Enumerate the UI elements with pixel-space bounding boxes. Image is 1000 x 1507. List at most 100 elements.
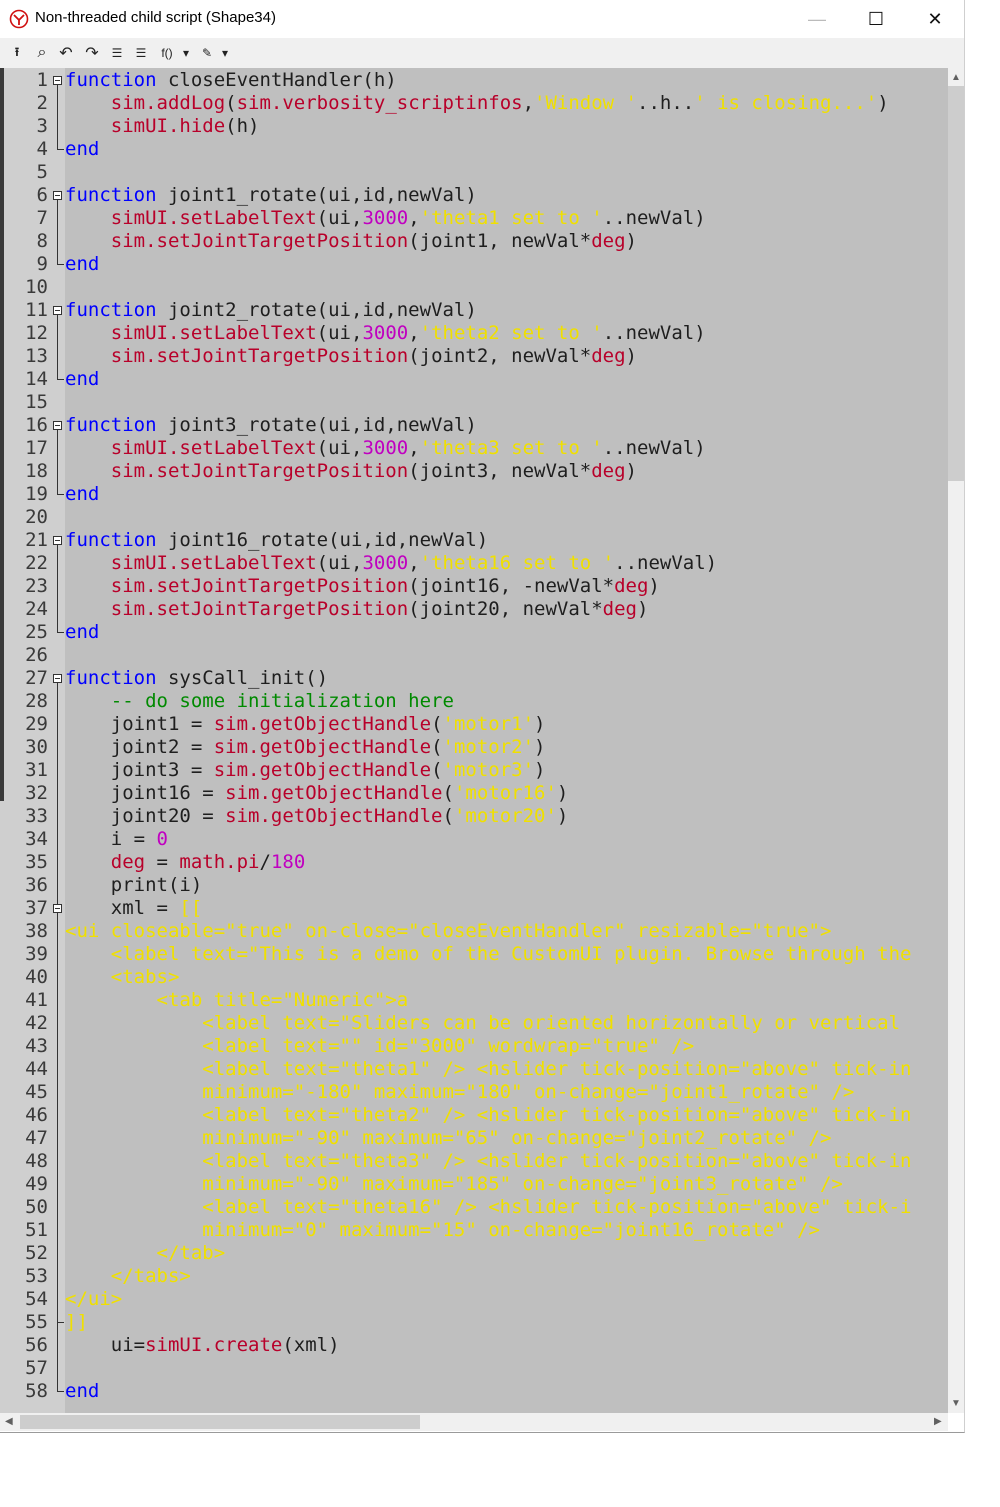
code-line[interactable]: sim.setJointTargetPosition(joint1, newVa… — [65, 230, 637, 253]
code-line[interactable]: <label text="Sliders can be oriented hor… — [65, 1012, 900, 1035]
code-line[interactable]: minimum="-180" maximum="180" on-change="… — [65, 1081, 854, 1104]
code-line[interactable]: simUI.setLabelText(ui,3000,'theta3 set t… — [65, 437, 706, 460]
code-line[interactable]: function joint2_rotate(ui,id,newVal) — [65, 299, 477, 322]
horizontal-scrollbar-thumb[interactable] — [20, 1415, 420, 1429]
fold-toggle-icon[interactable] — [53, 536, 62, 545]
code-token: sim.verbosity_scriptinfos — [236, 92, 523, 114]
close-button[interactable]: ✕ — [906, 0, 964, 38]
toolbar-item-5[interactable]: ☰ — [132, 43, 150, 63]
toolbar-item-4[interactable]: ☰ — [108, 43, 126, 63]
code-line[interactable]: simUI.setLabelText(ui,3000,'theta2 set t… — [65, 322, 706, 345]
code-token: <label text="" id="3000" wordwrap="true"… — [65, 1035, 695, 1057]
vertical-scrollbar-thumb[interactable] — [948, 86, 964, 481]
code-line[interactable]: end — [65, 368, 99, 391]
toolbar-item-0[interactable]: ⭱ — [8, 43, 26, 63]
code-token: 0 — [156, 828, 168, 850]
code-line[interactable]: simUI.setLabelText(ui,3000,'theta1 set t… — [65, 207, 706, 230]
maximize-icon: ☐ — [867, 8, 885, 29]
code-line[interactable]: end — [65, 253, 99, 276]
fold-guide-line — [57, 315, 58, 379]
code-line[interactable]: <label text="theta1" /> <hslider tick-po… — [65, 1058, 911, 1081]
line-number: 37 — [25, 897, 48, 919]
code-token: sim.setJointTargetPosition — [110, 460, 409, 482]
code-line[interactable]: <tab title="Numeric">a — [65, 989, 409, 1012]
code-line[interactable]: print(i) — [65, 874, 203, 897]
fold-margin[interactable] — [51, 68, 65, 1413]
code-line[interactable]: joint16 = sim.getObjectHandle('motor16') — [65, 782, 569, 805]
line-number: 55 — [25, 1311, 48, 1333]
fold-toggle-icon[interactable] — [53, 904, 62, 913]
line-number: 8 — [36, 230, 48, 252]
scroll-up-icon[interactable]: ▲ — [951, 72, 961, 83]
code-token: ) — [534, 759, 546, 781]
code-line[interactable]: joint3 = sim.getObjectHandle('motor3') — [65, 759, 546, 782]
code-token: (ui, — [316, 207, 363, 229]
code-line[interactable]: </tab> — [65, 1242, 226, 1265]
code-line[interactable]: deg = math.pi/180 — [65, 851, 306, 874]
toolbar-item-3[interactable]: ↷ — [82, 43, 102, 63]
toolbar-item-7[interactable]: ▾ — [180, 43, 192, 63]
toolbar-item-9[interactable]: ▾ — [219, 43, 231, 63]
code-line[interactable]: sim.setJointTargetPosition(joint20, newV… — [65, 598, 649, 621]
code-line[interactable]: function joint3_rotate(ui,id,newVal) — [65, 414, 477, 437]
code-line[interactable]: sim.setJointTargetPosition(joint2, newVa… — [65, 345, 637, 368]
toolbar-item-6[interactable]: f() — [157, 43, 177, 63]
code-editor[interactable]: 1 2 3 4 5 6 7 8 9 10 11 12 13 14 15 16 17 18 19 20 21 22 23 24 2… — [0, 68, 948, 1413]
code-token: </tab> — [65, 1242, 226, 1264]
minimize-button[interactable]: — — [788, 0, 846, 38]
code-line[interactable]: simUI.hide(h) — [65, 115, 260, 138]
maximize-button[interactable]: ☐ — [847, 0, 905, 38]
code-line[interactable]: <label text="theta2" /> <hslider tick-po… — [65, 1104, 911, 1127]
code-line[interactable]: i = 0 — [65, 828, 168, 851]
fold-toggle-icon[interactable] — [53, 306, 62, 315]
code-line[interactable]: joint2 = sim.getObjectHandle('motor2') — [65, 736, 546, 759]
code-line[interactable]: simUI.setLabelText(ui,3000,'theta16 set … — [65, 552, 717, 575]
code-line[interactable]: minimum="-90" maximum="185" on-change="j… — [65, 1173, 843, 1196]
scroll-down-icon[interactable]: ▼ — [951, 1398, 961, 1409]
code-line[interactable]: end — [65, 1380, 99, 1403]
code-line[interactable]: minimum="-90" maximum="65" on-change="jo… — [65, 1127, 831, 1150]
code-line[interactable]: <label text="theta3" /> <hslider tick-po… — [65, 1150, 911, 1173]
code-line[interactable]: end — [65, 138, 99, 161]
code-line[interactable]: </ui> — [65, 1288, 122, 1311]
code-line[interactable]: <label text="theta16" /> <hslider tick-p… — [65, 1196, 911, 1219]
code-token: 3000 — [362, 322, 409, 344]
code-token: joint16 = — [65, 782, 226, 804]
toolbar-item-1[interactable]: ⌕ — [32, 43, 52, 63]
scroll-right-icon[interactable]: ▶ — [934, 1416, 942, 1427]
toolbar-item-2[interactable]: ↶ — [56, 43, 76, 63]
code-line[interactable]: <tabs> — [65, 966, 180, 989]
code-line[interactable]: function sysCall_init() — [65, 667, 328, 690]
code-line[interactable]: sim.setJointTargetPosition(joint16, -new… — [65, 575, 660, 598]
code-line[interactable]: <label text="This is a demo of the Custo… — [65, 943, 912, 966]
line-number: 5 — [36, 161, 48, 183]
code-line[interactable]: ui=simUI.create(xml) — [65, 1334, 340, 1357]
code-line[interactable]: sim.addLog(sim.verbosity_scriptinfos,'Wi… — [65, 92, 889, 115]
fold-toggle-icon[interactable] — [53, 191, 62, 200]
line-number: 12 — [25, 322, 48, 344]
code-line[interactable]: ]] — [65, 1311, 88, 1334]
fold-toggle-icon[interactable] — [53, 674, 62, 683]
code-line[interactable]: function joint16_rotate(ui,id,newVal) — [65, 529, 488, 552]
toolbar-item-8[interactable]: ✎ — [198, 43, 216, 63]
code-text-area[interactable]: function closeEventHandler(h) sim.addLog… — [65, 68, 948, 1413]
code-line[interactable]: </tabs> — [65, 1265, 191, 1288]
code-line[interactable]: <label text="" id="3000" wordwrap="true"… — [65, 1035, 694, 1058]
fold-toggle-icon[interactable] — [53, 421, 62, 430]
title-bar[interactable]: Non-threaded child script (Shape34) — ☐ … — [0, 0, 964, 38]
code-line[interactable]: end — [65, 621, 99, 644]
code-token: function — [65, 69, 157, 91]
scroll-left-icon[interactable]: ◀ — [5, 1416, 13, 1427]
code-line[interactable]: -- do some initialization here — [65, 690, 454, 713]
code-line[interactable]: joint1 = sim.getObjectHandle('motor1') — [65, 713, 546, 736]
code-line[interactable]: sim.setJointTargetPosition(joint3, newVa… — [65, 460, 637, 483]
code-line[interactable]: minimum="0" maximum="15" on-change="join… — [65, 1219, 820, 1242]
code-line[interactable]: joint20 = sim.getObjectHandle('motor20') — [65, 805, 569, 828]
code-line[interactable]: xml = [[ — [65, 897, 203, 920]
fold-toggle-icon[interactable] — [53, 76, 62, 85]
code-line[interactable]: <ui closeable="true" on-close="closeEven… — [65, 920, 831, 943]
code-token: function — [65, 414, 157, 436]
code-line[interactable]: function closeEventHandler(h) — [65, 69, 397, 92]
code-line[interactable]: end — [65, 483, 99, 506]
code-line[interactable]: function joint1_rotate(ui,id,newVal) — [65, 184, 477, 207]
